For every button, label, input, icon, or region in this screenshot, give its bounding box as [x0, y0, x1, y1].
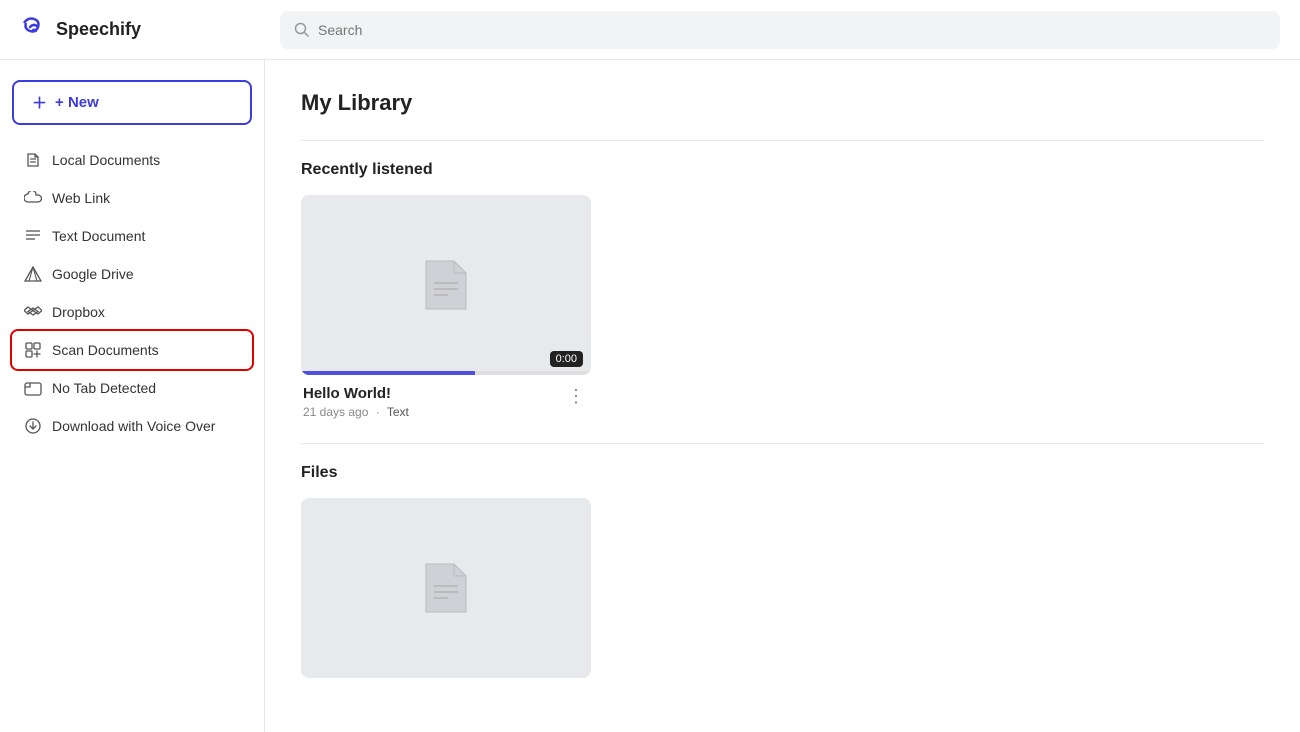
- main-content: My Library Recently listened 0:00: [265, 60, 1300, 732]
- drive-icon: [24, 265, 42, 283]
- time-badge: 0:00: [550, 351, 583, 367]
- tab-icon: [24, 379, 42, 397]
- sidebar-item-web-link[interactable]: Web Link: [12, 179, 252, 217]
- speechify-logo-icon: [20, 13, 48, 47]
- logo-text: Speechify: [56, 19, 141, 40]
- sidebar-item-local-documents-label: Local Documents: [52, 152, 160, 168]
- card-files-item[interactable]: [301, 498, 591, 678]
- card-thumbnail: 0:00: [301, 195, 591, 375]
- sidebar-item-dropbox-label: Dropbox: [52, 304, 105, 320]
- plus-icon: ＋: [32, 92, 47, 113]
- progress-bar: [301, 371, 591, 375]
- card-meta: 21 days ago · Text: [303, 405, 409, 419]
- sidebar-item-download-voice-over[interactable]: Download with Voice Over: [12, 407, 252, 445]
- card-meta-dot: ·: [376, 405, 380, 419]
- sidebar-item-dropbox[interactable]: Dropbox: [12, 293, 252, 331]
- card-meta-tag: Text: [387, 405, 409, 419]
- card-more-button[interactable]: ⋮: [563, 385, 589, 407]
- sidebar-item-web-link-label: Web Link: [52, 190, 110, 206]
- text-icon: [24, 227, 42, 245]
- sidebar-item-scan-documents-label: Scan Documents: [52, 342, 159, 358]
- recently-listened-section-title: Recently listened: [301, 161, 1264, 179]
- sidebar-item-scan-documents[interactable]: Scan Documents: [12, 331, 252, 369]
- page-title: My Library: [301, 90, 1264, 116]
- recently-listened-grid: 0:00 Hello World! 21 days ago · Text: [301, 195, 1264, 423]
- files-divider: [301, 443, 1264, 444]
- card-hello-world[interactable]: 0:00 Hello World! 21 days ago · Text: [301, 195, 591, 423]
- cloud-icon: [24, 189, 42, 207]
- logo-area: Speechify: [20, 13, 280, 47]
- sidebar-item-text-document[interactable]: Text Document: [12, 217, 252, 255]
- sidebar-item-no-tab-detected-label: No Tab Detected: [52, 380, 156, 396]
- files-section-title: Files: [301, 464, 1264, 482]
- doc-placeholder-icon: [422, 257, 470, 313]
- files-doc-placeholder-icon: [422, 560, 470, 616]
- body: ＋ + New Local Documents Web Lin: [0, 60, 1300, 732]
- sidebar-item-no-tab-detected[interactable]: No Tab Detected: [12, 369, 252, 407]
- new-button[interactable]: ＋ + New: [12, 80, 252, 125]
- new-button-label: + New: [55, 94, 99, 111]
- progress-bar-fill: [301, 371, 475, 375]
- files-section: Files: [301, 464, 1264, 678]
- card-title: Hello World!: [303, 385, 409, 402]
- scan-icon: [24, 341, 42, 359]
- sidebar-item-local-documents[interactable]: Local Documents: [12, 141, 252, 179]
- sidebar-item-google-drive[interactable]: Google Drive: [12, 255, 252, 293]
- files-grid: [301, 498, 1264, 678]
- divider: [301, 140, 1264, 141]
- file-icon: [24, 151, 42, 169]
- download-icon: [24, 417, 42, 435]
- sidebar-item-download-voice-over-label: Download with Voice Over: [52, 418, 215, 434]
- search-bar[interactable]: [280, 11, 1280, 49]
- card-details: Hello World! 21 days ago · Text: [303, 385, 409, 419]
- search-input[interactable]: [318, 22, 1266, 38]
- files-card-thumbnail: [301, 498, 591, 678]
- sidebar-item-google-drive-label: Google Drive: [52, 266, 134, 282]
- card-meta-time: 21 days ago: [303, 405, 368, 419]
- header: Speechify: [0, 0, 1300, 60]
- sidebar-item-text-document-label: Text Document: [52, 228, 145, 244]
- card-info: Hello World! 21 days ago · Text ⋮: [301, 375, 591, 423]
- sidebar: ＋ + New Local Documents Web Lin: [0, 60, 265, 732]
- dropbox-icon: [24, 303, 42, 321]
- search-icon: [294, 22, 310, 38]
